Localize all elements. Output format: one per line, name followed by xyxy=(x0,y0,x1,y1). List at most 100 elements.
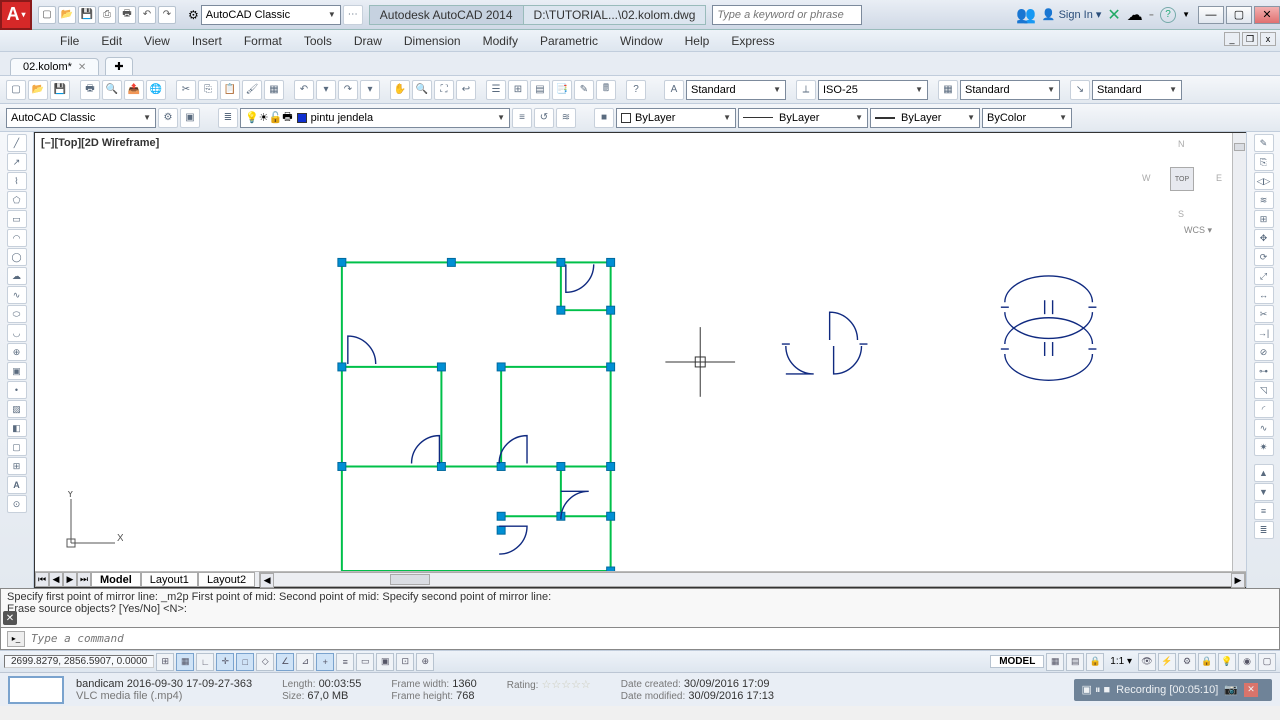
command-history[interactable]: Specify first point of mirror line: _m2p… xyxy=(0,588,1280,628)
anno-scale-dropdown[interactable]: 1:1 ▾ xyxy=(1106,656,1136,667)
draworder3-icon[interactable]: ≡ xyxy=(1254,502,1274,520)
cmd-close-icon[interactable]: ✕ xyxy=(3,611,17,625)
toolbar-lock-icon[interactable]: 🔒 xyxy=(1198,653,1216,671)
menu-file[interactable]: File xyxy=(50,32,89,50)
coordinate-readout[interactable]: 2699.8279, 2856.5907, 0.0000 xyxy=(4,655,154,668)
tpy-toggle[interactable]: ▭ xyxy=(356,653,374,671)
minimize-button[interactable]: — xyxy=(1198,6,1224,24)
redo-icon[interactable]: ↷ xyxy=(158,6,176,24)
layer-dropdown[interactable]: 💡☀🔓🖶 pintu jendela▼ xyxy=(240,108,510,128)
menu-dimension[interactable]: Dimension xyxy=(394,32,471,50)
workspace-dropdown[interactable]: ⚙ AutoCAD Classic▼ ⋯ xyxy=(188,5,363,25)
plot-icon[interactable]: 🖶 xyxy=(80,80,100,100)
zoomprev-icon[interactable]: ↩ xyxy=(456,80,476,100)
menu-insert[interactable]: Insert xyxy=(182,32,232,50)
undo-icon[interactable]: ↶ xyxy=(138,6,156,24)
ellipse-icon[interactable]: ⬭ xyxy=(7,305,27,323)
layout2-tab[interactable]: Layout2 xyxy=(198,572,255,587)
textstyle-icon[interactable]: A xyxy=(664,80,684,100)
search-input[interactable] xyxy=(712,5,862,25)
new-icon[interactable]: ▢ xyxy=(38,6,56,24)
arc-icon[interactable]: ◠ xyxy=(7,229,27,247)
undo-dd-icon[interactable]: ▾ xyxy=(316,80,336,100)
ws-settings-icon[interactable]: ⚙ xyxy=(158,108,178,128)
zoomrt-icon[interactable]: 🔍 xyxy=(412,80,432,100)
hatch-icon[interactable]: ▨ xyxy=(7,400,27,418)
viewcube-face[interactable]: TOP xyxy=(1170,167,1194,191)
qcalc-icon[interactable]: 🖩 xyxy=(596,80,616,100)
layerprev-icon[interactable]: ↺ xyxy=(534,108,554,128)
viewport-label[interactable]: [–][Top][2D Wireframe] xyxy=(41,137,159,149)
model-tab[interactable]: Model xyxy=(91,572,141,587)
open-icon[interactable]: 📂 xyxy=(58,6,76,24)
layout1-tab[interactable]: Layout1 xyxy=(141,572,198,587)
region-icon[interactable]: ▢ xyxy=(7,438,27,456)
grid-toggle[interactable]: ▦ xyxy=(176,653,194,671)
rotate-icon[interactable]: ⟳ xyxy=(1254,248,1274,266)
ortho-toggle[interactable]: ∟ xyxy=(196,653,214,671)
signin-button[interactable]: 👤 Sign In ▾ xyxy=(1042,8,1101,21)
cleanscreen-icon[interactable]: ▢ xyxy=(1258,653,1276,671)
menu-parametric[interactable]: Parametric xyxy=(530,32,608,50)
erase-icon[interactable]: ✎ xyxy=(1254,134,1274,152)
point-icon[interactable]: • xyxy=(7,381,27,399)
menu-tools[interactable]: Tools xyxy=(294,32,342,50)
draworder4-icon[interactable]: ≣ xyxy=(1254,521,1274,539)
command-line[interactable]: ▸_ xyxy=(0,628,1280,650)
new-tab-button[interactable]: ✚ xyxy=(105,57,132,75)
textstyle-dropdown[interactable]: Standard▼ xyxy=(686,80,786,100)
line-icon[interactable]: ╱ xyxy=(7,134,27,152)
rec-close-icon[interactable]: ✕ xyxy=(1244,683,1258,697)
draworderbot-icon[interactable]: ▼ xyxy=(1254,483,1274,501)
match-icon[interactable]: 🖌 xyxy=(242,80,262,100)
polar-toggle[interactable]: ✛ xyxy=(216,653,234,671)
undo2-icon[interactable]: ↶ xyxy=(294,80,314,100)
tab-prev-icon[interactable]: ◀ xyxy=(49,572,63,587)
ellipsearc-icon[interactable]: ◡ xyxy=(7,324,27,342)
rectangle-icon[interactable]: ▭ xyxy=(7,210,27,228)
fillet-icon[interactable]: ◜ xyxy=(1254,400,1274,418)
menu-format[interactable]: Format xyxy=(234,32,292,50)
mleaderstyle-dropdown[interactable]: Standard▼ xyxy=(1092,80,1182,100)
maximize-button[interactable]: ▢ xyxy=(1226,6,1252,24)
toolpal-icon[interactable]: ▤ xyxy=(530,80,550,100)
menu-window[interactable]: Window xyxy=(610,32,673,50)
lineweight-dropdown[interactable]: ByLayer▼ xyxy=(870,108,980,128)
join-icon[interactable]: ⊶ xyxy=(1254,362,1274,380)
mtext-icon[interactable]: A xyxy=(7,476,27,494)
cut-icon[interactable]: ✂ xyxy=(176,80,196,100)
workspace-combo[interactable]: AutoCAD Classic▼ xyxy=(6,108,156,128)
annoauto-icon[interactable]: ⚡ xyxy=(1158,653,1176,671)
a360-icon[interactable]: ☁ xyxy=(1127,5,1143,25)
blockeditor-icon[interactable]: ▦ xyxy=(264,80,284,100)
help-icon[interactable]: ? xyxy=(1160,7,1176,23)
drawing-canvas[interactable]: [–][Top][2D Wireframe] xyxy=(34,132,1246,588)
horizontal-scrollbar[interactable]: ◀ ▶ xyxy=(259,572,1246,587)
3dosnap-toggle[interactable]: ◇ xyxy=(256,653,274,671)
quickview-drawings-icon[interactable]: ▤ xyxy=(1066,653,1084,671)
isolate-icon[interactable]: ◉ xyxy=(1238,653,1256,671)
annovis-icon[interactable]: 👁 xyxy=(1138,653,1156,671)
move-icon[interactable]: ✥ xyxy=(1254,229,1274,247)
doc-tab-active[interactable]: 02.kolom* ✕ xyxy=(10,58,99,75)
model-space-indicator[interactable]: MODEL xyxy=(990,655,1044,668)
linetype-dropdown[interactable]: ByLayer▼ xyxy=(738,108,868,128)
cmd-prompt-icon[interactable]: ▸_ xyxy=(7,631,25,647)
offset-icon[interactable]: ≋ xyxy=(1254,191,1274,209)
paste-icon[interactable]: 📋 xyxy=(220,80,240,100)
qp-toggle[interactable]: ▣ xyxy=(376,653,394,671)
exchange-icon[interactable]: ✕ xyxy=(1107,5,1120,25)
menu-modify[interactable]: Modify xyxy=(473,32,528,50)
dyn-toggle[interactable]: + xyxy=(316,653,334,671)
layerstate-icon[interactable]: ≡ xyxy=(512,108,532,128)
dimstyle-icon[interactable]: ⟂ xyxy=(796,80,816,100)
publish-icon[interactable]: 📤 xyxy=(124,80,144,100)
gradient-icon[interactable]: ◧ xyxy=(7,419,27,437)
trim-icon[interactable]: ✂ xyxy=(1254,305,1274,323)
colorctrl-icon[interactable]: ■ xyxy=(594,108,614,128)
block-icon[interactable]: ▣ xyxy=(7,362,27,380)
drawordertop-icon[interactable]: ▲ xyxy=(1254,464,1274,482)
revcloud-icon[interactable]: ☁ xyxy=(7,267,27,285)
break-icon[interactable]: ⊘ xyxy=(1254,343,1274,361)
open2-icon[interactable]: 📂 xyxy=(28,80,48,100)
